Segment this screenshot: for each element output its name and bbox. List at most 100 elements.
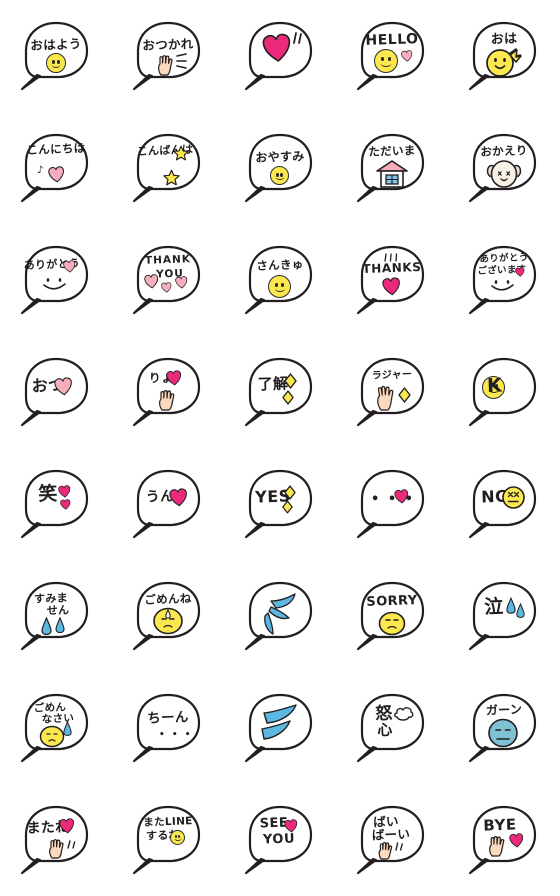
emoji-grid: おはよう おつかれ HELLO おは こんにちは ♪ こんばんは おやすみ ただ… [0, 0, 560, 896]
emoji-cell-7[interactable]: こんばんは [112, 112, 224, 224]
speech-bubble[interactable]: おつ [13, 349, 99, 435]
emoji-text: ただいま [368, 143, 416, 159]
emoji-cell-38[interactable]: SEE YOU SEE YOU [224, 784, 336, 896]
emoji-cell-11[interactable]: ありがとう [0, 224, 112, 336]
emoji-cell-39[interactable]: ばい ばーい ばいばーい [336, 784, 448, 896]
emoji-text: 泣 [483, 595, 505, 619]
diamond-sparkle-icon [284, 485, 296, 500]
emoji-cell-31[interactable]: ごめん なさい ごめんなさい [0, 672, 112, 784]
speech-bubble[interactable]: 怒 心 怒心 [349, 685, 435, 771]
emoji-cell-40[interactable]: BYE [448, 784, 560, 896]
emoji-cell-23[interactable]: YES [224, 448, 336, 560]
emoji-cell-3[interactable] [224, 0, 336, 112]
emoji-cell-12[interactable]: THANK YOU THANK YOU [112, 224, 224, 336]
smile-face-icon [43, 278, 66, 290]
emoji-cell-8[interactable]: おやすみ [224, 112, 336, 224]
speech-bubble[interactable] [237, 13, 323, 99]
speech-bubble[interactable]: ごめんね [125, 573, 211, 659]
speech-bubble[interactable]: またね [13, 797, 99, 883]
speech-bubble[interactable]: ちーん • • • [125, 685, 211, 771]
speech-bubble[interactable]: 了解 [237, 349, 323, 435]
speech-bubble[interactable]: おつかれ [125, 13, 211, 99]
bear-face-icon [486, 160, 522, 188]
x-face-icon [502, 486, 525, 509]
emoji-cell-24[interactable]: • • • … [336, 448, 448, 560]
speech-bubble[interactable]: ありがとう ございます ありがとうございます [461, 237, 547, 323]
speech-bubble[interactable]: BYE [461, 797, 547, 883]
emoji-text: こんにちは [26, 140, 86, 158]
speech-bubble[interactable]: 笑 [13, 461, 99, 547]
speech-bubble[interactable]: すみま せん すみません [13, 573, 99, 659]
speech-bubble[interactable]: THANKS [349, 237, 435, 323]
speech-bubble[interactable] [237, 685, 323, 771]
motion-lines-icon [395, 842, 403, 851]
speech-bubble[interactable]: おは [461, 13, 547, 99]
speech-bubble[interactable]: K OK [461, 349, 547, 435]
speech-bubble[interactable]: YES [237, 461, 323, 547]
speech-bubble[interactable]: ありがとう [13, 237, 99, 323]
emoji-cell-22[interactable]: うん [112, 448, 224, 560]
emoji-cell-17[interactable]: りょ [112, 336, 224, 448]
speech-bubble[interactable]: THANK YOU THANK YOU [125, 237, 211, 323]
ellipsis-dots: • • • [159, 730, 193, 740]
waving-hand-icon [489, 836, 505, 857]
speech-bubble[interactable]: りょ [125, 349, 211, 435]
emoji-cell-34[interactable]: 怒 心 怒心 [336, 672, 448, 784]
emoji-cell-19[interactable]: ラジャー [336, 336, 448, 448]
speech-bubble[interactable]: こんにちは ♪ [13, 125, 99, 211]
speech-bubble[interactable] [237, 573, 323, 659]
speech-bubble[interactable]: ラジャー [349, 349, 435, 435]
emoji-cell-1[interactable]: おはよう [0, 0, 112, 112]
speech-bubble[interactable]: • • • … [349, 461, 435, 547]
emoji-cell-29[interactable]: SORRY [336, 560, 448, 672]
emoji-cell-36[interactable]: またね [0, 784, 112, 896]
emoji-cell-6[interactable]: こんにちは ♪ [0, 112, 112, 224]
speech-bubble[interactable]: おはよう [13, 13, 99, 99]
emoji-cell-15[interactable]: ありがとう ございます ありがとうございます [448, 224, 560, 336]
speech-bubble[interactable]: SEE YOU SEE YOU [237, 797, 323, 883]
emoji-text: またね [26, 819, 70, 837]
emoji-cell-5[interactable]: おは [448, 0, 560, 112]
speech-bubble[interactable]: NG [461, 461, 547, 547]
speech-bubble[interactable]: 泣 [461, 573, 547, 659]
emoji-cell-20[interactable]: K OK [448, 336, 560, 448]
speech-bubble[interactable]: さんきゅ [237, 237, 323, 323]
emoji-cell-9[interactable]: ただいま [336, 112, 448, 224]
speech-bubble[interactable]: HELLO [349, 13, 435, 99]
sparkle-lines-icon [293, 32, 302, 44]
speech-bubble[interactable]: ばい ばーい ばいばーい [349, 797, 435, 883]
speech-bubble[interactable]: ただいま [349, 125, 435, 211]
emoji-cell-37[interactable]: またLINE するね またLINEするね [112, 784, 224, 896]
emoji-cell-21[interactable]: 笑 [0, 448, 112, 560]
speech-bubble[interactable]: うん [125, 461, 211, 547]
diamond-sparkle-icon [398, 387, 411, 403]
speech-bubble[interactable]: こんばんは [125, 125, 211, 211]
emoji-text: おやすみ [255, 149, 305, 165]
speech-bubble[interactable]: おやすみ [237, 125, 323, 211]
emoji-cell-13[interactable]: さんきゅ [224, 224, 336, 336]
emoji-cell-30[interactable]: 泣 [448, 560, 560, 672]
emoji-cell-16[interactable]: おつ [0, 336, 112, 448]
emoji-text: おつ [31, 375, 65, 396]
house-icon [376, 160, 408, 188]
smile-face-icon [491, 280, 514, 291]
emoji-cell-33[interactable] [224, 672, 336, 784]
emoji-text-line2: YOU [155, 267, 185, 281]
emoji-cell-10[interactable]: おかえり [448, 112, 560, 224]
emoji-cell-18[interactable]: 了解 [224, 336, 336, 448]
emoji-cell-32[interactable]: ちーん • • • [112, 672, 224, 784]
speech-bubble[interactable]: またLINE するね またLINEするね [125, 797, 211, 883]
emoji-cell-26[interactable]: すみま せん すみません [0, 560, 112, 672]
emoji-cell-28[interactable] [224, 560, 336, 672]
speech-bubble[interactable]: おかえり [461, 125, 547, 211]
emoji-cell-25[interactable]: NG [448, 448, 560, 560]
speech-bubble[interactable]: ごめん なさい ごめんなさい [13, 685, 99, 771]
tear-drop-icon [41, 617, 52, 635]
emoji-cell-27[interactable]: ごめんね [112, 560, 224, 672]
emoji-cell-35[interactable]: ガーン [448, 672, 560, 784]
emoji-cell-14[interactable]: THANKS [336, 224, 448, 336]
emoji-cell-2[interactable]: おつかれ [112, 0, 224, 112]
speech-bubble[interactable]: SORRY [349, 573, 435, 659]
emoji-cell-4[interactable]: HELLO [336, 0, 448, 112]
speech-bubble[interactable]: ガーン [461, 685, 547, 771]
